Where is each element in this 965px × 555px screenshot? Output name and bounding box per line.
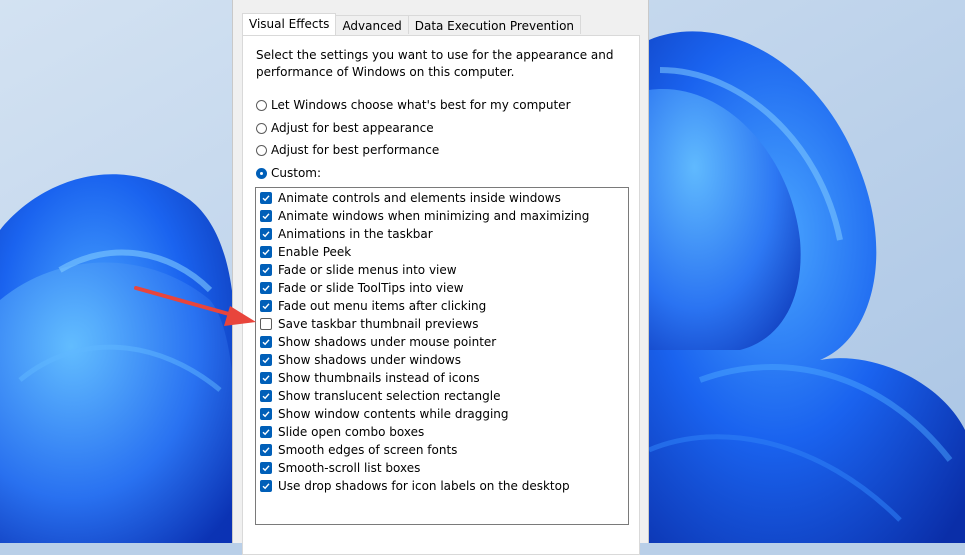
checkmark-icon [262,285,270,292]
visual-effects-list[interactable]: Animate controls and elements inside win… [255,187,629,525]
item-label: Show translucent selection rectangle [278,389,501,403]
checkbox-checked[interactable] [260,480,272,492]
item-label: Fade or slide ToolTips into view [278,281,464,295]
tab-data-execution-prevention[interactable]: Data Execution Prevention [407,15,582,34]
checkmark-icon [262,267,270,274]
radio-best-performance[interactable]: Adjust for best performance [256,143,439,157]
checkmark-icon [262,339,270,346]
item-label: Smooth edges of screen fonts [278,443,458,457]
item-label: Enable Peek [278,245,352,259]
radio-button[interactable] [256,144,267,156]
checkbox-checked[interactable] [260,228,272,240]
performance-options-dialog: Visual Effects Advanced Data Execution P… [232,0,649,555]
checkmark-icon [262,429,270,436]
list-item-animations-taskbar[interactable]: Animations in the taskbar [260,225,433,243]
list-item-window-contents-dragging[interactable]: Show window contents while dragging [260,405,509,423]
checkbox-checked[interactable] [260,372,272,384]
radio-label: Custom: [271,166,322,180]
checkbox-checked[interactable] [260,246,272,258]
item-label: Animations in the taskbar [278,227,433,241]
list-item-drop-shadows-icon-labels[interactable]: Use drop shadows for icon labels on the … [260,477,570,495]
item-label: Fade out menu items after clicking [278,299,487,313]
radio-button-selected[interactable] [256,167,267,179]
checkbox-checked[interactable] [260,354,272,366]
checkbox-checked[interactable] [260,336,272,348]
list-item-enable-peek[interactable]: Enable Peek [260,243,351,261]
description-text: Select the settings you want to use for … [256,48,614,79]
checkbox-checked[interactable] [260,210,272,222]
list-item-save-thumbnail-previews[interactable]: Save taskbar thumbnail previews [260,315,478,333]
checkbox-checked[interactable] [260,426,272,438]
list-item-fade-menu-items[interactable]: Fade out menu items after clicking [260,297,486,315]
list-item-shadows-windows[interactable]: Show shadows under windows [260,351,461,369]
checkbox-checked[interactable] [260,264,272,276]
radio-button[interactable] [256,122,267,134]
item-label: Smooth-scroll list boxes [278,461,421,475]
list-item-slide-combo-boxes[interactable]: Slide open combo boxes [260,423,424,441]
red-arrow-icon [134,286,256,326]
radio-best-appearance[interactable]: Adjust for best appearance [256,121,434,135]
checkmark-icon [262,303,270,310]
tab-visual-effects[interactable]: Visual Effects [242,13,337,35]
checkbox-checked[interactable] [260,192,272,204]
list-item-thumbnails-instead-of-icons[interactable]: Show thumbnails instead of icons [260,369,480,387]
checkmark-icon [262,249,270,256]
list-item-shadows-mouse-pointer[interactable]: Show shadows under mouse pointer [260,333,496,351]
radio-let-windows-choose[interactable]: Let Windows choose what's best for my co… [256,98,571,112]
item-label: Show shadows under mouse pointer [278,335,497,349]
checkmark-icon [262,231,270,238]
item-label: Animate controls and elements inside win… [278,191,561,205]
item-label: Use drop shadows for icon labels on the … [278,479,570,493]
checkmark-icon [262,375,270,382]
radio-label: Let Windows choose what's best for my co… [271,98,571,112]
list-item-animate-controls[interactable]: Animate controls and elements inside win… [260,189,561,207]
list-item-fade-tooltips[interactable]: Fade or slide ToolTips into view [260,279,464,297]
visual-effects-panel: Select the settings you want to use for … [242,35,640,555]
checkmark-icon [262,483,270,490]
checkmark-icon [262,447,270,454]
checkmark-icon [262,213,270,220]
list-item-fade-menus[interactable]: Fade or slide menus into view [260,261,457,279]
checkbox-checked[interactable] [260,390,272,402]
item-label: Fade or slide menus into view [278,263,457,277]
radio-label: Adjust for best appearance [271,121,434,135]
item-label: Show shadows under windows [278,353,461,367]
tab-strip: Visual Effects Advanced Data Execution P… [242,13,582,36]
item-label: Show thumbnails instead of icons [278,371,480,385]
radio-label: Adjust for best performance [271,143,440,157]
item-label: Save taskbar thumbnail previews [278,317,479,331]
checkmark-icon [262,411,270,418]
list-item-translucent-selection[interactable]: Show translucent selection rectangle [260,387,501,405]
item-label: Show window contents while dragging [278,407,509,421]
checkmark-icon [262,357,270,364]
radio-button[interactable] [256,99,267,111]
list-item-smooth-fonts[interactable]: Smooth edges of screen fonts [260,441,457,459]
list-item-smooth-scroll[interactable]: Smooth-scroll list boxes [260,459,420,477]
tab-advanced[interactable]: Advanced [335,15,409,34]
checkbox-checked[interactable] [260,462,272,474]
item-label: Slide open combo boxes [278,425,425,439]
radio-custom[interactable]: Custom: [256,166,321,180]
item-label: Animate windows when minimizing and maxi… [278,209,590,223]
checkmark-icon [262,393,270,400]
checkmark-icon [262,195,270,202]
checkbox-checked[interactable] [260,408,272,420]
list-item-animate-windows[interactable]: Animate windows when minimizing and maxi… [260,207,589,225]
checkmark-icon [262,465,270,472]
checkbox-checked[interactable] [260,444,272,456]
